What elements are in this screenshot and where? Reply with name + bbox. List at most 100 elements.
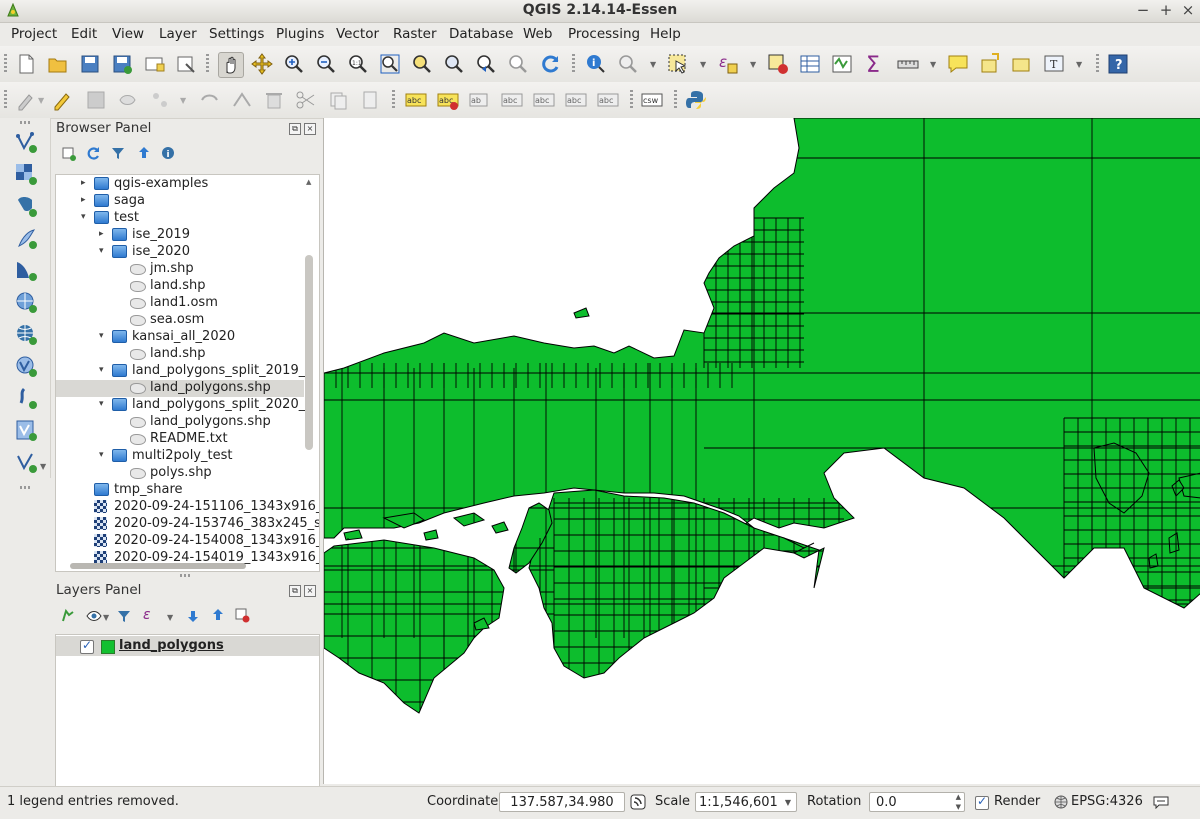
maximize-button[interactable]: + [1155, 1, 1177, 19]
expand-all-icon[interactable] [186, 608, 201, 623]
move-feature-icon[interactable] [148, 88, 172, 112]
zoom-full-icon[interactable] [378, 52, 402, 76]
select-features-icon[interactable] [666, 52, 690, 76]
chevron-right-icon[interactable]: ▸ [99, 229, 104, 239]
filter-legend-icon[interactable] [117, 609, 131, 623]
dropdown-arrow-icon[interactable]: ▼ [700, 60, 706, 69]
cut-features-icon[interactable] [294, 88, 318, 112]
properties-info-icon[interactable]: i [161, 146, 175, 160]
menu-processing[interactable]: Processing [568, 26, 640, 42]
show-bookmarks-icon[interactable] [1010, 52, 1034, 76]
tree-item[interactable]: land1.osm [56, 295, 304, 312]
layer-symbol-swatch[interactable] [101, 640, 115, 654]
toolbar-grip[interactable] [4, 90, 7, 110]
toolbar-grip[interactable] [392, 90, 395, 110]
zoom-in-icon[interactable] [282, 52, 306, 76]
tree-item[interactable]: ▾ land_polygons_split_2019_o [56, 363, 313, 380]
filter-by-expression-icon[interactable]: ε [142, 606, 158, 624]
add-wfs-layer-icon[interactable] [14, 354, 38, 378]
tree-item[interactable]: polys.shp [56, 465, 304, 482]
chevron-right-icon[interactable]: ▸ [81, 195, 86, 205]
pan-to-selection-icon[interactable] [250, 52, 274, 76]
panel-splitter[interactable] [180, 574, 190, 577]
tree-item[interactable]: jm.shp [56, 261, 304, 278]
tree-item[interactable]: ▸ ise_2019 [56, 227, 304, 244]
zoom-last-icon[interactable] [474, 52, 498, 76]
dropdown-arrow-icon[interactable]: ▼ [930, 60, 936, 69]
refresh-icon[interactable] [538, 52, 562, 76]
move-label-icon[interactable]: abc [532, 88, 556, 112]
dropdown-arrow-icon[interactable]: ▼ [750, 60, 756, 69]
browser-horizontal-scrollbar[interactable] [70, 563, 246, 569]
measure-line-icon[interactable] [896, 52, 920, 76]
menu-plugins[interactable]: Plugins [276, 26, 324, 42]
render-checkbox[interactable] [975, 794, 989, 810]
change-label-icon[interactable]: abc [596, 88, 620, 112]
tree-item[interactable]: ▾ multi2poly_test [56, 448, 304, 465]
menu-database[interactable]: Database [449, 26, 513, 42]
tree-item[interactable]: ▸ saga [56, 193, 304, 210]
toolbar-grip[interactable] [206, 54, 209, 74]
tree-item[interactable]: ▾ kansai_all_2020 [56, 329, 304, 346]
zoom-actual-size-icon[interactable]: 1:1 [346, 52, 370, 76]
open-project-icon[interactable] [46, 52, 70, 76]
pan-map-icon[interactable] [218, 52, 244, 78]
layer-diagram-options-icon[interactable]: abc [436, 88, 460, 112]
messages-icon[interactable] [1153, 795, 1169, 810]
pin-labels-icon[interactable]: ab [468, 88, 492, 112]
browser-tree[interactable]: ▸ qgis-examples ▸ saga ▾ test ▸ ise_2019 ▾ ise_20… [55, 174, 320, 572]
tree-item[interactable]: 2020-09-24-154008_1343x916_ [56, 533, 319, 550]
save-as-icon[interactable] [110, 52, 134, 76]
help-icon[interactable]: ? [1106, 52, 1130, 76]
zoom-out-icon[interactable] [314, 52, 338, 76]
render-label[interactable]: Render [994, 794, 1040, 809]
scale-combobox[interactable]: 1:1,546,601 ▼ [695, 792, 797, 812]
copy-features-icon[interactable] [326, 88, 350, 112]
menu-view[interactable]: View [112, 26, 144, 42]
identify-features-icon[interactable]: i [584, 52, 608, 76]
paste-features-icon[interactable] [358, 88, 382, 112]
dropdown-arrow-icon[interactable]: ▼ [180, 96, 186, 105]
statistics-sigma-icon[interactable]: Σ [862, 52, 886, 78]
tree-item[interactable]: sea.osm [56, 312, 304, 329]
zoom-to-layer-icon[interactable] [442, 52, 466, 76]
deselect-all-icon[interactable] [766, 52, 790, 76]
python-console-icon[interactable] [684, 88, 708, 112]
chevron-down-icon[interactable]: ▾ [99, 331, 104, 341]
measure-icon[interactable] [616, 52, 640, 76]
chevron-down-icon[interactable]: ▼ [785, 793, 791, 813]
current-edits-icon[interactable] [14, 88, 38, 112]
add-raster-layer-icon[interactable] [14, 162, 38, 186]
add-wcs-layer-icon[interactable] [14, 386, 38, 410]
menu-web[interactable]: Web [523, 26, 552, 42]
tree-item[interactable]: ▸ qgis-examples [56, 176, 304, 193]
rotation-spinbox[interactable]: 0.0 ▲ ▼ [869, 792, 965, 812]
browser-vertical-scrollbar[interactable] [305, 255, 313, 450]
dropdown-arrow-icon[interactable]: ▼ [38, 96, 44, 105]
add-postgis-layer-icon[interactable] [14, 194, 38, 218]
chevron-down-icon[interactable]: ▾ [99, 246, 104, 256]
close-button[interactable]: × [1177, 1, 1199, 19]
chevron-down-icon[interactable]: ▾ [81, 212, 86, 222]
show-hide-labels-icon[interactable]: abc [500, 88, 524, 112]
float-panel-button[interactable]: ⧉ [289, 585, 301, 597]
composer-manager-icon[interactable] [174, 52, 198, 76]
map-tips-icon[interactable] [946, 52, 970, 76]
add-delimited-text-layer-icon[interactable] [14, 418, 38, 442]
delete-selected-icon[interactable] [230, 88, 254, 112]
save-project-icon[interactable] [78, 52, 102, 76]
chevron-right-icon[interactable]: ▸ [81, 178, 86, 188]
toolbar-grip[interactable] [20, 121, 32, 124]
dropdown-arrow-icon[interactable]: ▼ [1076, 60, 1082, 69]
tree-item[interactable]: 2020-09-24-151106_1343x916_ [56, 499, 319, 516]
tree-item[interactable]: ▾ test [56, 210, 304, 227]
collapse-all-layers-icon[interactable] [211, 608, 226, 623]
zoom-to-selection-icon[interactable] [410, 52, 434, 76]
field-calculator-icon[interactable] [830, 52, 854, 76]
save-edits-icon[interactable] [84, 88, 108, 112]
layer-labeling-options-icon[interactable]: abc [404, 88, 428, 112]
add-feature-icon[interactable] [116, 88, 140, 112]
tree-item[interactable]: 2020-09-24-153746_383x245_s [56, 516, 319, 533]
tree-item[interactable]: land.shp [56, 278, 304, 295]
chevron-down-icon[interactable]: ▾ [99, 399, 104, 409]
